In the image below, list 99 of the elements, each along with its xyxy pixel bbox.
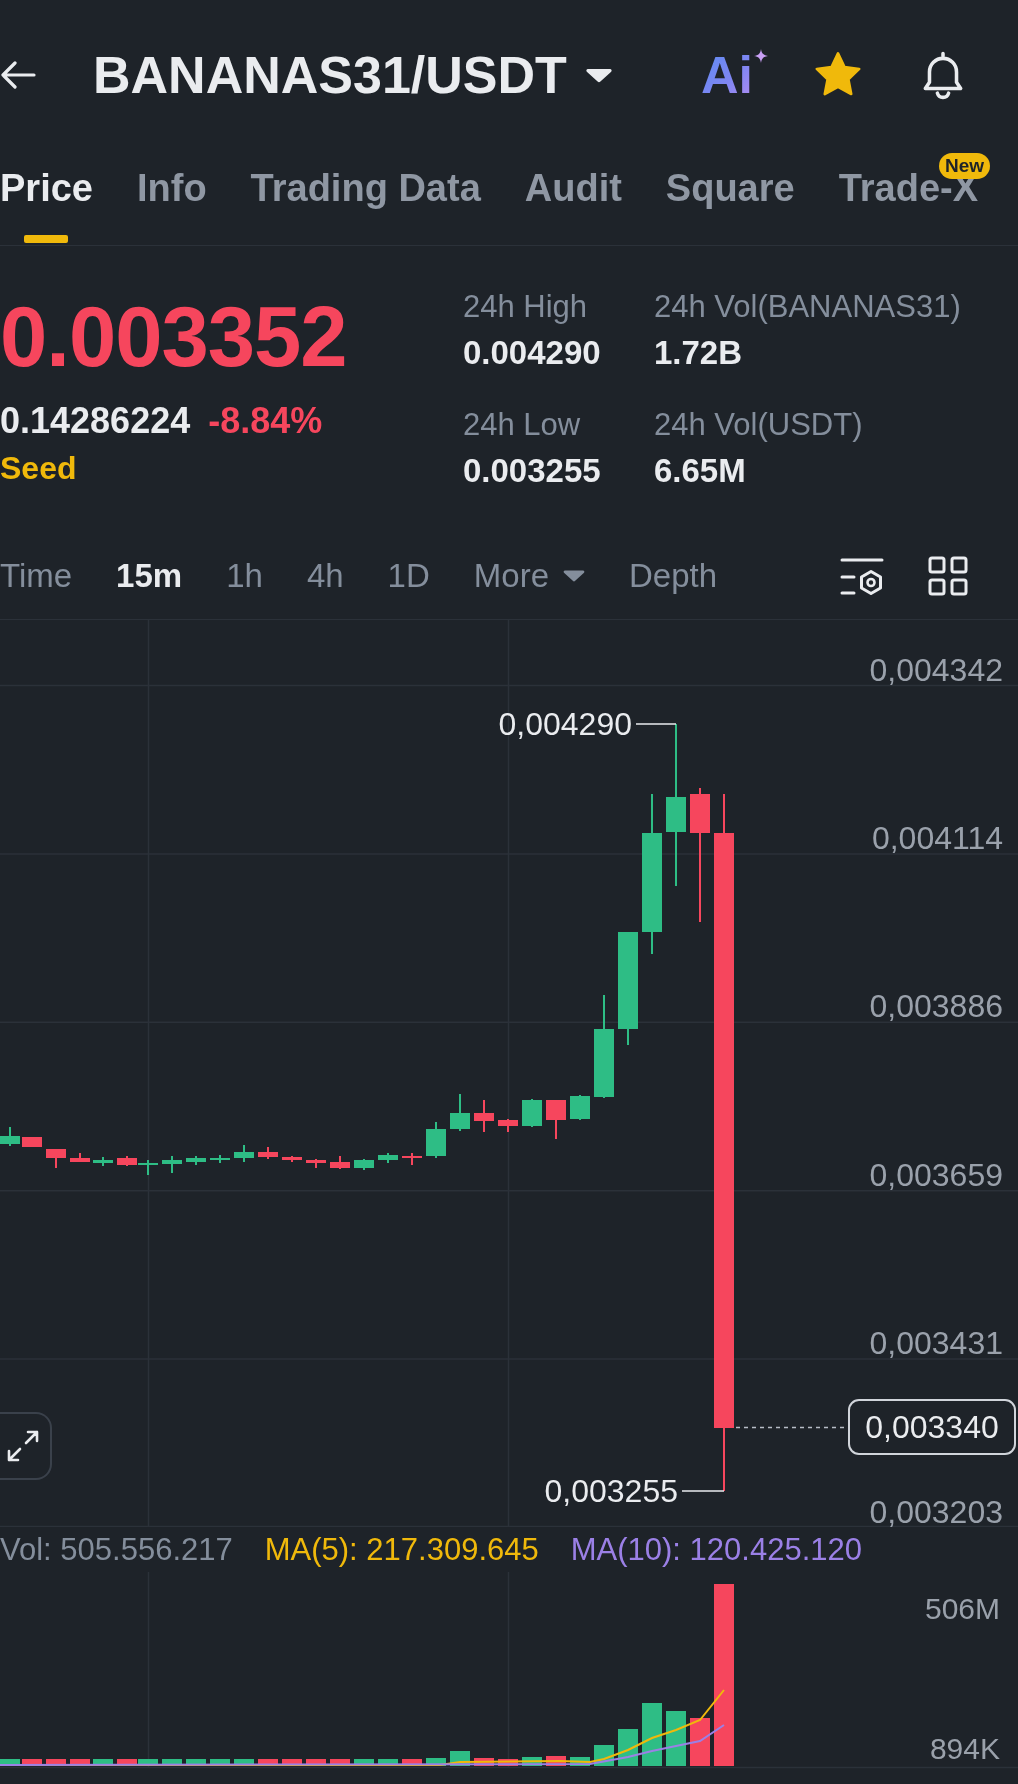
volume-bar bbox=[522, 1757, 542, 1766]
candle bbox=[306, 1158, 326, 1169]
candle bbox=[22, 1136, 42, 1148]
candle bbox=[450, 1093, 470, 1132]
volume-bar bbox=[70, 1759, 90, 1766]
volume-bar bbox=[186, 1759, 206, 1766]
chart-tab[interactable]: Depth bbox=[629, 553, 718, 598]
volume-bar bbox=[498, 1759, 518, 1766]
candle bbox=[234, 1144, 254, 1163]
candle bbox=[93, 1156, 113, 1167]
stat-value: 0.004290 bbox=[463, 333, 602, 373]
volume-bar bbox=[426, 1758, 446, 1766]
stat-label: 24h High bbox=[463, 288, 589, 326]
price-axis-label: 0,003431 bbox=[869, 1325, 1003, 1362]
stat-label: 24h Vol(BANANAS31) bbox=[654, 288, 961, 326]
candle bbox=[70, 1152, 90, 1163]
volume-indicator: Vol: 505.556.217 bbox=[0, 1530, 233, 1569]
volume-bar bbox=[210, 1759, 230, 1766]
candle bbox=[522, 1098, 542, 1128]
caret-icon bbox=[584, 67, 613, 83]
chart-tab[interactable]: 4h bbox=[306, 553, 344, 598]
volume-bar bbox=[22, 1759, 42, 1766]
leader-line bbox=[635, 723, 677, 725]
volume-bar bbox=[282, 1759, 302, 1766]
volume-bar bbox=[378, 1759, 398, 1766]
tab[interactable]: Price bbox=[0, 165, 93, 243]
chart-tab[interactable]: 1h bbox=[226, 553, 263, 598]
grid-icon[interactable] bbox=[928, 555, 968, 596]
candle bbox=[186, 1155, 206, 1166]
stat-value: 6.65M bbox=[654, 451, 747, 491]
price-axis-label: 0,004114 bbox=[871, 819, 1003, 856]
sparkle-icon bbox=[754, 49, 768, 63]
change-percent: -8.84% bbox=[208, 399, 323, 443]
tab[interactable]: Square bbox=[665, 165, 795, 211]
volume-indicator: MA(5): 217.309.645 bbox=[264, 1530, 539, 1569]
candle bbox=[546, 1099, 566, 1140]
candle bbox=[426, 1121, 446, 1159]
pair-selector[interactable]: BANANAS31/USDT bbox=[93, 45, 613, 105]
volume-bar bbox=[474, 1758, 494, 1766]
volume-axis-label: 506M bbox=[924, 1592, 1000, 1625]
candle bbox=[354, 1158, 374, 1171]
chart-tab[interactable]: More bbox=[473, 553, 585, 598]
stat-value: 0.003255 bbox=[463, 451, 602, 491]
volume-bar bbox=[0, 1759, 20, 1766]
low-price-label: 0,003255 bbox=[544, 1473, 678, 1509]
candle bbox=[330, 1155, 350, 1170]
caret-icon bbox=[563, 569, 585, 582]
volume-bar bbox=[354, 1759, 374, 1766]
volume-bar bbox=[46, 1759, 66, 1766]
volume-axis-label: 894K bbox=[929, 1732, 1000, 1765]
volume-bar bbox=[546, 1756, 566, 1766]
volume-bar bbox=[330, 1759, 350, 1766]
volume-bar bbox=[306, 1759, 326, 1766]
price-axis-label: 0,003886 bbox=[869, 988, 1003, 1025]
tab[interactable]: Audit bbox=[524, 165, 622, 211]
expand-icon bbox=[6, 1429, 40, 1463]
candle bbox=[0, 1126, 20, 1147]
volume-bar bbox=[690, 1718, 710, 1766]
chart-tab[interactable]: Time bbox=[0, 553, 73, 598]
volume-bar bbox=[402, 1759, 422, 1766]
chart-tab[interactable]: 1D bbox=[387, 553, 430, 598]
candle bbox=[46, 1148, 66, 1169]
chart-tab[interactable]: 15m bbox=[116, 553, 183, 598]
volume-bar bbox=[234, 1759, 254, 1766]
candle bbox=[570, 1094, 590, 1121]
price-axis-label: 0,004342 bbox=[869, 651, 1003, 688]
volume-bar bbox=[258, 1759, 278, 1766]
candle bbox=[282, 1155, 302, 1163]
volume-bar bbox=[570, 1757, 590, 1766]
tab[interactable]: Trading Data bbox=[250, 165, 481, 211]
candle bbox=[117, 1155, 137, 1167]
candle bbox=[378, 1152, 398, 1164]
stat-label: 24h Vol(USDT) bbox=[654, 406, 864, 444]
candle bbox=[258, 1146, 278, 1160]
seed-tag: Seed bbox=[0, 448, 77, 488]
stat-value: 1.72B bbox=[654, 333, 744, 373]
high-price-label: 0,004290 bbox=[498, 706, 632, 742]
volume-bar bbox=[666, 1711, 686, 1766]
candle bbox=[474, 1099, 494, 1133]
stat-label: 24h Low bbox=[463, 406, 582, 444]
price-change: 0.14286224 bbox=[0, 399, 191, 443]
candle bbox=[210, 1154, 230, 1164]
candle bbox=[162, 1155, 182, 1174]
last-price: 0.003352 bbox=[0, 292, 347, 382]
price-axis-label: 0,003203 bbox=[869, 1493, 1003, 1527]
leader-line bbox=[681, 1490, 725, 1492]
volume-bar bbox=[93, 1759, 113, 1766]
volume-indicator: MA(10): 120.425.120 bbox=[570, 1530, 862, 1569]
candle bbox=[402, 1152, 422, 1166]
expand-button[interactable] bbox=[0, 1412, 52, 1480]
last-price-tag: 0,003340 bbox=[848, 1399, 1016, 1455]
candle bbox=[498, 1118, 518, 1133]
new-badge: New bbox=[939, 153, 991, 179]
volume-bar bbox=[162, 1759, 182, 1766]
back-arrow-icon[interactable] bbox=[0, 61, 36, 89]
tab[interactable]: Info bbox=[136, 165, 207, 211]
volume-bar bbox=[642, 1703, 662, 1766]
price-axis-label: 0,003659 bbox=[869, 1156, 1003, 1193]
candle bbox=[138, 1159, 158, 1176]
